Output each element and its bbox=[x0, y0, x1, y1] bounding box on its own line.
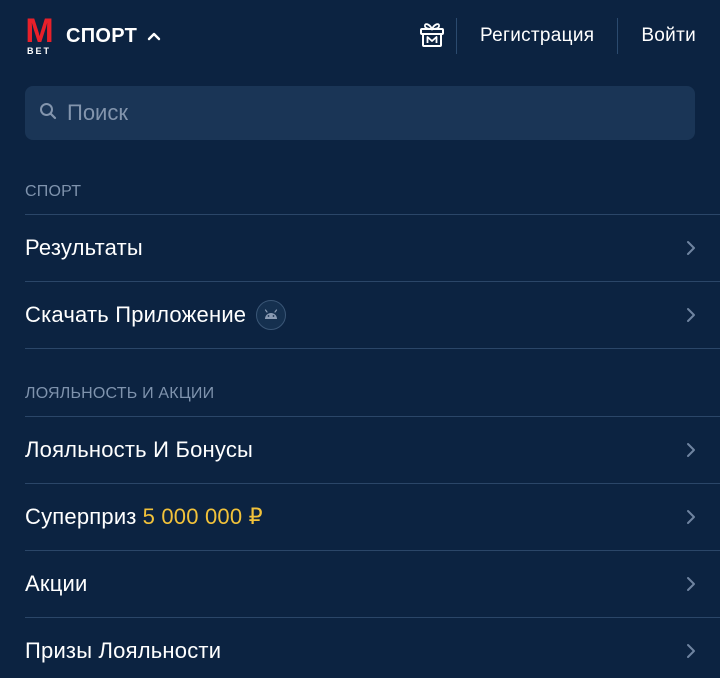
search-container bbox=[0, 72, 720, 140]
chevron-right-icon bbox=[686, 307, 696, 323]
search-input[interactable] bbox=[67, 100, 667, 126]
menu-item-label: Лояльность И Бонусы bbox=[25, 437, 254, 462]
chevron-up-icon bbox=[147, 31, 161, 41]
menu-item-loyalty-prizes[interactable]: Призы Лояльности bbox=[25, 618, 720, 678]
section-switcher[interactable]: СПОРТ bbox=[66, 25, 161, 48]
section-title: СПОРТ bbox=[66, 24, 138, 47]
gift-button[interactable] bbox=[408, 20, 456, 53]
menu-item-superprize[interactable]: Суперприз 5 000 000 ₽ bbox=[25, 484, 720, 551]
menu-item-label: Призы Лояльности bbox=[25, 638, 222, 663]
header-actions: Регистрация Войти bbox=[408, 0, 696, 72]
search-icon bbox=[39, 102, 57, 125]
menu-item-results[interactable]: Результаты bbox=[25, 215, 720, 282]
chevron-right-icon bbox=[686, 576, 696, 592]
search-box[interactable] bbox=[25, 86, 695, 140]
logo-letter: M bbox=[25, 11, 53, 50]
side-menu: СПОРТ Результаты Скачать Приложение ЛОЯЛ… bbox=[0, 140, 720, 678]
login-button[interactable]: Войти bbox=[618, 25, 696, 47]
menu-item-label: Скачать Приложение bbox=[25, 302, 247, 327]
menu-item-label: Результаты bbox=[25, 235, 143, 260]
group-label-sport: СПОРТ bbox=[25, 140, 720, 215]
top-header: M BET СПОРТ Регистрация Войти bbox=[0, 0, 720, 72]
mbet-logo[interactable]: M BET bbox=[24, 11, 54, 56]
chevron-right-icon bbox=[686, 240, 696, 256]
gift-icon bbox=[418, 20, 446, 53]
logo-subtext: BET bbox=[27, 45, 51, 56]
menu-item-loyalty-bonuses[interactable]: Лояльность И Бонусы bbox=[25, 417, 720, 484]
chevron-right-icon bbox=[686, 643, 696, 659]
chevron-right-icon bbox=[686, 509, 696, 525]
menu-item-label: Акции bbox=[25, 571, 88, 596]
menu-item-promotions[interactable]: Акции bbox=[25, 551, 720, 618]
superprize-amount: 5 000 000 ₽ bbox=[142, 504, 263, 529]
group-label-loyalty: ЛОЯЛЬНОСТЬ И АКЦИИ bbox=[25, 349, 720, 417]
menu-item-download-app[interactable]: Скачать Приложение bbox=[25, 282, 720, 349]
android-icon bbox=[256, 300, 287, 330]
register-button[interactable]: Регистрация bbox=[457, 25, 617, 47]
chevron-right-icon bbox=[686, 442, 696, 458]
menu-item-label: Суперприз bbox=[25, 504, 137, 529]
